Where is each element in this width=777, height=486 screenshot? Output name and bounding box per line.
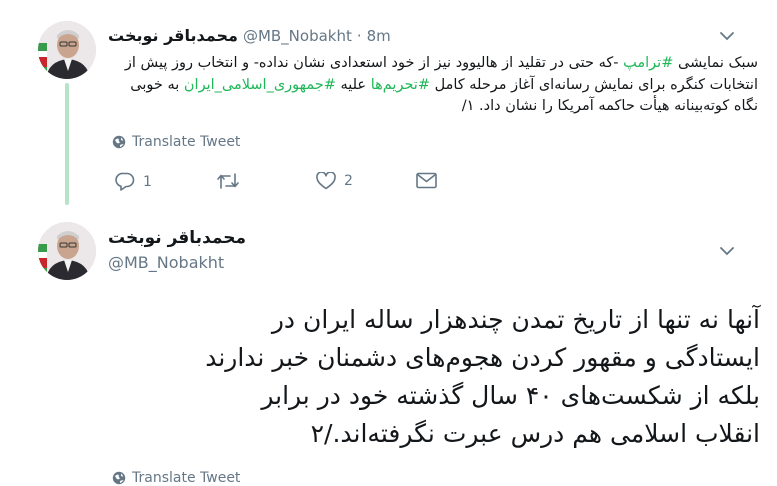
direct-message-button[interactable] (416, 172, 437, 189)
avatar[interactable] (38, 21, 96, 79)
retweet-icon (217, 173, 239, 189)
chevron-down-icon[interactable] (719, 245, 735, 260)
handle[interactable]: @MB_Nobakht (243, 27, 352, 45)
like-button[interactable]: 2 (316, 172, 353, 190)
avatar-image (38, 222, 96, 280)
tweet-text: سبک نمایشی #ترامپ -که حتی در تقلید از ها… (124, 55, 758, 114)
thread-line (65, 83, 69, 205)
avatar-image (38, 21, 96, 79)
retweet-button[interactable] (216, 172, 248, 190)
reply-icon (115, 172, 135, 191)
tweet-text: آنها نه تنها از تاریخ تمدن چندهزار ساله … (205, 305, 760, 448)
hashtag-sanctions[interactable]: #تحریم‌ها (371, 77, 430, 93)
translate-tweet-link[interactable]: Translate Tweet (112, 470, 240, 486)
hashtag-islamic-republic[interactable]: #جمهوری_اسلامی_ایران (184, 77, 336, 93)
separator: · (356, 26, 362, 45)
chevron-down-icon[interactable] (719, 30, 735, 45)
handle[interactable]: @MB_Nobakht (108, 253, 224, 272)
avatar[interactable] (38, 222, 96, 280)
hashtag-trump[interactable]: #ترامپ (623, 55, 673, 71)
globe-icon (112, 135, 126, 149)
message-icon (416, 172, 437, 189)
display-name[interactable]: محمدباقر نوبخت (108, 26, 238, 45)
display-name[interactable]: محمدباقر نوبخت (108, 228, 246, 248)
reply-button[interactable]: 1 (115, 172, 152, 191)
reply-count: 1 (143, 173, 152, 190)
tweet-2[interactable]: محمدباقر نوبخت @MB_Nobakht آنها نه تنها … (0, 205, 777, 486)
tweet-1[interactable]: محمدباقر نوبخت @MB_Nobakht · 8m سبک نمای… (0, 0, 777, 205)
like-count: 2 (344, 173, 353, 189)
like-icon (316, 172, 336, 190)
tweet-header: محمدباقر نوبخت @MB_Nobakht · 8m (108, 26, 391, 45)
globe-icon (112, 471, 126, 485)
timestamp[interactable]: 8m (367, 27, 391, 45)
translate-tweet-link[interactable]: Translate Tweet (112, 134, 240, 150)
